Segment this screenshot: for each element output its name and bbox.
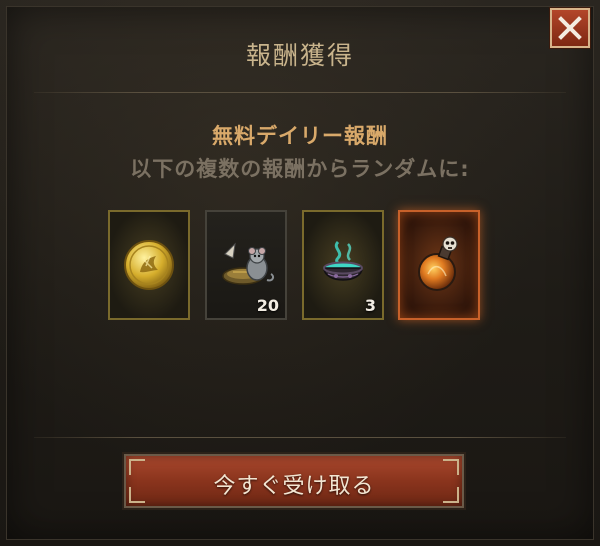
rats-with-shield-icon [222,242,275,285]
skull-potion-icon [418,236,458,291]
reward-dialog-background: 報酬獲得 無料デイリー報酬 以下の複数の報酬からランダムに: 20 3 今すぐ受… [0,0,600,546]
gold-coin-icon [124,240,174,290]
cauldron-icon [323,240,363,281]
reward-item-potion[interactable] [398,210,480,320]
claim-now-button[interactable]: 今すぐ受け取る [124,454,464,508]
footer-divider [34,437,566,438]
claim-button-label: 今すぐ受け取る [213,474,375,499]
reward-description: 以下の複数の報酬からランダムに: [130,157,470,181]
reward-item-cauldron[interactable]: 3 [302,210,384,320]
header-divider [34,92,566,93]
close-button[interactable] [550,8,590,48]
reward-item-count: 20 [256,296,279,315]
close-icon [558,16,582,40]
dialog-title: 報酬獲得 [245,41,354,70]
reward-item-count: 3 [364,296,376,315]
reward-item-gold-coin[interactable] [108,210,190,320]
reward-heading: 無料デイリー報酬 [212,124,388,148]
reward-item-rats[interactable]: 20 [205,210,287,320]
